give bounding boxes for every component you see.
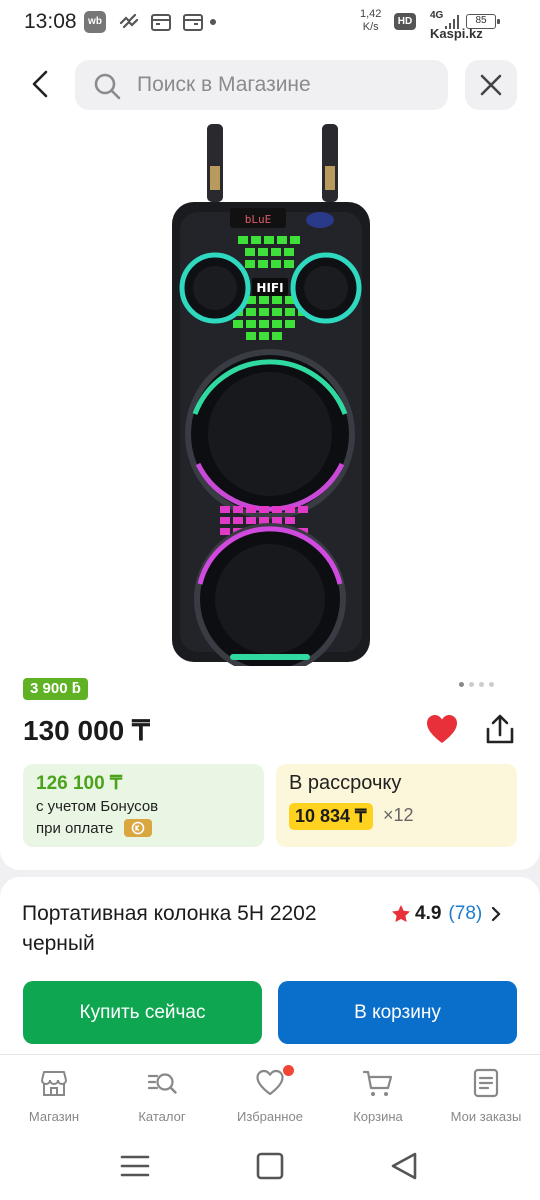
product-image[interactable]: bLuE HIFI: [150, 124, 390, 675]
cart-icon: [362, 1070, 393, 1096]
tab-favorites[interactable]: Избранное: [220, 1065, 320, 1127]
catalog-search-icon: [147, 1073, 177, 1094]
search-input[interactable]: [137, 60, 437, 110]
product-price: 130 000 ₸: [23, 715, 150, 746]
tab-store[interactable]: Магазин: [4, 1067, 104, 1127]
system-back-button[interactable]: [387, 1148, 423, 1184]
tab-label: Магазин: [28, 1109, 80, 1124]
status-bar: 13:08 wb 1,42 K/s HD 4G 85 Kaspi.kz: [0, 0, 540, 44]
star-icon: [392, 905, 410, 922]
net-speed: 1,42 K/s: [360, 8, 382, 33]
image-pager: [459, 682, 494, 687]
search-bar[interactable]: [75, 60, 448, 110]
notification-dot: [210, 19, 216, 25]
installment-monthly: 10 834 ₸: [289, 803, 373, 830]
square-icon: [256, 1152, 284, 1180]
back-button[interactable]: [22, 66, 58, 102]
rating-link[interactable]: 4.9 (78): [391, 903, 502, 925]
add-to-cart-button[interactable]: В корзину: [278, 981, 517, 1044]
system-nav-bar: [0, 1134, 540, 1200]
store-icon: [41, 1071, 67, 1096]
bonus-caption-2: при оплате: [36, 820, 114, 837]
tab-label: Корзина: [353, 1109, 403, 1124]
installment-months: ×12: [383, 805, 414, 825]
buy-now-button[interactable]: Купить сейчас: [23, 981, 262, 1044]
reviews-count: (78): [448, 903, 483, 924]
search-icon: [93, 72, 121, 105]
kaspi-watermark: Kaspi.kz: [430, 26, 483, 41]
orders-icon: [473, 1068, 499, 1098]
bottom-tab-bar: Магазин Каталог Избранное Корзина Мои за…: [0, 1054, 540, 1134]
pager-dot: [489, 682, 494, 687]
pager-dot: [469, 682, 474, 687]
pager-dot-active: [459, 682, 464, 687]
calendar-icon: [150, 11, 172, 38]
chevron-right-icon: [492, 906, 501, 922]
chevron-left-icon: [32, 70, 48, 98]
tab-cart[interactable]: Корзина: [328, 1067, 428, 1127]
bonus-caption-1: с учетом Бонусов: [36, 798, 159, 815]
installment-box[interactable]: В рассрочку 10 834 ₸ ×12: [276, 764, 517, 847]
heart-icon: [256, 1069, 284, 1096]
calendar-alt-icon: [182, 11, 204, 38]
tab-catalog[interactable]: Каталог: [112, 1067, 212, 1127]
product-card: bLuE HIFI: [0, 44, 540, 870]
close-button[interactable]: [465, 60, 517, 110]
network-type: 4G: [430, 10, 444, 21]
favorites-badge-dot: [283, 1065, 294, 1076]
speaker-logo-text: HIFI: [256, 281, 283, 295]
link-app-icon: [118, 11, 140, 38]
bonus-price: 126 100 ₸: [36, 773, 123, 794]
favorite-button[interactable]: [424, 712, 460, 748]
wb-app-icon: wb: [84, 11, 106, 33]
bonus-badge: 3 900 ƃ: [23, 678, 88, 700]
recent-apps-button[interactable]: [117, 1148, 153, 1184]
share-icon: [486, 714, 514, 744]
status-time: 13:08: [24, 10, 77, 33]
close-icon: [480, 74, 502, 96]
triangle-back-icon: [391, 1152, 417, 1180]
hd-icon: HD: [394, 13, 416, 30]
product-title: Портативная колонка 5H 2202 черный: [22, 902, 317, 955]
bonus-price-box[interactable]: 126 100 ₸ с учетом Бонусов при оплате: [23, 764, 264, 847]
pager-dot: [479, 682, 484, 687]
speaker-display-text: bLuE: [245, 213, 272, 226]
home-button[interactable]: [252, 1148, 288, 1184]
kaspi-gold-icon: [124, 819, 152, 837]
installment-title: В рассрочку: [289, 772, 402, 794]
tab-orders[interactable]: Мои заказы: [436, 1067, 536, 1127]
tab-label: Мои заказы: [450, 1109, 522, 1124]
rating-score: 4.9: [415, 903, 442, 924]
menu-icon: [120, 1155, 150, 1177]
heart-filled-icon: [427, 715, 457, 743]
tab-label: Избранное: [237, 1109, 303, 1124]
tab-label: Каталог: [138, 1109, 186, 1124]
share-button[interactable]: [482, 712, 518, 748]
